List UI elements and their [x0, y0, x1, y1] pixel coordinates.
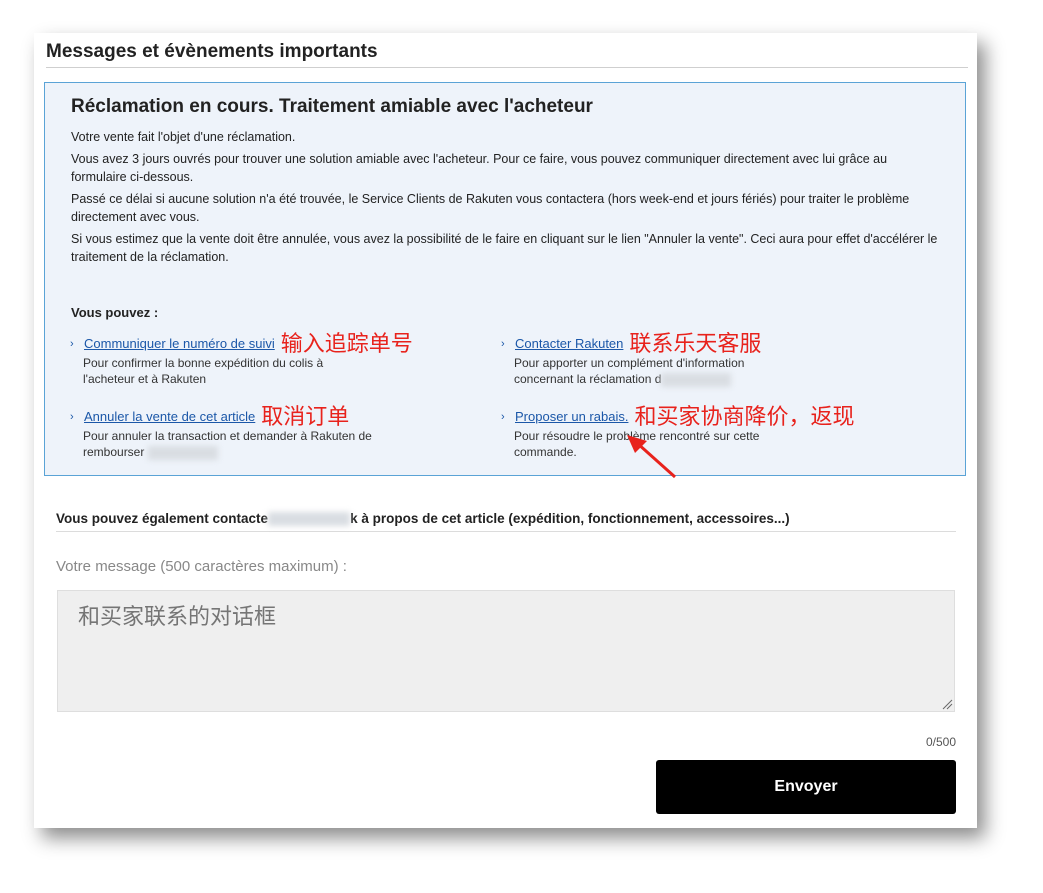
- contact-line-end: k à propos de cet article (expédition, f…: [350, 511, 790, 526]
- contact-rakuten-link[interactable]: Contacter Rakuten: [515, 336, 623, 352]
- message-label: Votre message (500 caractères maximum) :: [56, 558, 347, 575]
- claim-paragraph: Vous avez 3 jours ouvrés pour trouver un…: [71, 152, 888, 184]
- action-description: Pour résoudre le problème rencontré sur …: [514, 429, 760, 443]
- claim-paragraph: Si vous estimez que la vente doit être a…: [71, 232, 938, 264]
- options-heading: Vous pouvez :: [71, 305, 159, 320]
- claim-title: Réclamation en cours. Traitement amiable…: [71, 96, 593, 117]
- tracking-number-link[interactable]: Communiquer le numéro de suivi: [84, 336, 275, 352]
- cancel-sale-link[interactable]: Annuler la vente de cet article: [84, 409, 255, 425]
- send-button[interactable]: Envoyer: [656, 760, 956, 814]
- action-description: Pour confirmer la bonne expédition du co…: [83, 356, 324, 370]
- propose-discount-link[interactable]: Proposer un rabais.: [515, 409, 628, 425]
- action-cancel: › Annuler la vente de cet article 取消订单 P…: [70, 404, 372, 460]
- action-description: concernant la réclamation d: [514, 371, 761, 387]
- message-textarea[interactable]: [57, 590, 955, 712]
- action-description: Pour annuler la transaction et demander …: [83, 429, 372, 443]
- annotation-contact: 联系乐天客服: [629, 331, 762, 356]
- claim-paragraph: Passé ce délai si aucune solution n'a ét…: [71, 192, 910, 224]
- action-description: commande.: [514, 445, 577, 459]
- annotation-cancel: 取消订单: [261, 404, 350, 429]
- chevron-right-icon: ›: [501, 411, 505, 423]
- redacted-text: [661, 372, 732, 387]
- chevron-right-icon: ›: [70, 411, 74, 423]
- annotation-tracking: 输入追踪单号: [280, 331, 413, 356]
- redacted-text: [147, 445, 218, 460]
- claim-paragraph: Votre vente fait l'objet d'une réclamati…: [71, 130, 296, 144]
- action-discount: › Proposer un rabais. 和买家协商降价，返现 Pour ré…: [501, 404, 855, 460]
- contact-seller-line: Vous pouvez également contacte k à propos…: [56, 511, 956, 533]
- action-description: Pour apporter un complément d'informatio…: [514, 356, 745, 370]
- action-description-text: rembourser: [83, 445, 145, 459]
- arrow-pointer-icon: [627, 435, 677, 479]
- chevron-right-icon: ›: [70, 338, 74, 350]
- claim-panel: Réclamation en cours. Traitement amiable…: [44, 82, 966, 479]
- contact-line-start: Vous pouvez également contacte: [56, 511, 269, 526]
- section-title: Messages et évènements importants: [46, 41, 968, 68]
- action-description: rembourser: [83, 444, 372, 460]
- chevron-right-icon: ›: [501, 338, 505, 350]
- redacted-text: [268, 512, 351, 527]
- messages-card: Messages et évènements importants Réclam…: [34, 33, 977, 828]
- action-contact: › Contacter Rakuten 联系乐天客服 Pour apporter…: [501, 331, 762, 387]
- char-counter: 0/500: [925, 735, 956, 749]
- action-description-text: concernant la réclamation d: [514, 372, 662, 386]
- action-description: l'acheteur et à Rakuten: [83, 372, 207, 386]
- action-tracking: › Communiquer le numéro de suivi 输入追踪单号 …: [70, 331, 413, 387]
- resize-grip-icon[interactable]: [941, 698, 953, 710]
- claim-description: Votre vente fait l'objet d'une réclamati…: [71, 128, 941, 270]
- annotation-discount: 和买家协商降价，返现: [634, 404, 855, 429]
